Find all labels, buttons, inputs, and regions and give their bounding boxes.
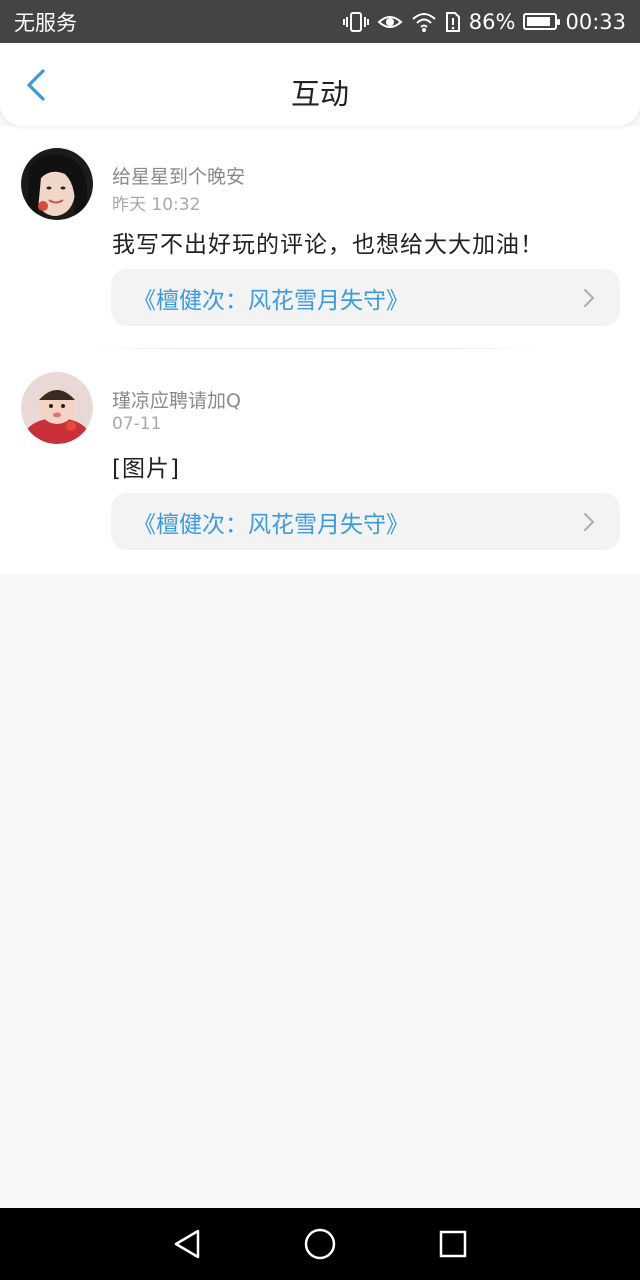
chevron-right-icon xyxy=(583,512,595,531)
recents-square-icon xyxy=(440,1230,467,1258)
interaction-item: 给星星到个晚安 昨天 10:32 我写不出好玩的评论，也想给大大加油！ 《檀健次… xyxy=(0,126,640,350)
book-title: 《檀健次：风花雪月失守》 xyxy=(133,511,409,538)
nav-recents-button[interactable] xyxy=(433,1224,473,1264)
comment-text: [图片] xyxy=(112,456,180,482)
top-app-bar: 互动 xyxy=(0,43,640,126)
sim-icon xyxy=(445,11,461,33)
status-bar: 无服务 86% 00:33 xyxy=(0,0,640,43)
battery-icon xyxy=(523,13,561,30)
timestamp: 07-11 xyxy=(112,414,162,434)
battery-percent: 86% xyxy=(468,9,516,34)
username[interactable]: 瑾凉应聘请加Q xyxy=(112,386,241,413)
back-triangle-icon xyxy=(174,1229,199,1259)
interaction-list: 给星星到个晚安 昨天 10:32 我写不出好玩的评论，也想给大大加油！ 《檀健次… xyxy=(0,126,640,574)
nav-back-button[interactable] xyxy=(167,1224,207,1264)
book-title: 《檀健次：风花雪月失守》 xyxy=(133,287,409,314)
avatar[interactable] xyxy=(21,148,93,220)
divider xyxy=(86,348,546,349)
timestamp: 昨天 10:32 xyxy=(112,195,201,215)
username[interactable]: 给星星到个晚安 xyxy=(112,162,245,189)
clock: 00:33 xyxy=(565,9,626,34)
book-link[interactable]: 《檀健次：风花雪月失守》 xyxy=(111,493,620,550)
chevron-right-icon xyxy=(583,288,595,307)
status-icons: 86% 00:33 xyxy=(342,9,626,34)
wifi-icon xyxy=(411,11,437,33)
interaction-item: 瑾凉应聘请加Q 07-11 [图片] 《檀健次：风花雪月失守》 xyxy=(0,350,640,574)
carrier-label: 无服务 xyxy=(14,10,77,35)
page-title: 互动 xyxy=(290,77,349,111)
system-nav-bar xyxy=(0,1208,640,1280)
eye-icon xyxy=(377,12,403,32)
nav-home-button[interactable] xyxy=(300,1224,340,1264)
book-link[interactable]: 《檀健次：风花雪月失守》 xyxy=(111,269,620,326)
vibrate-icon xyxy=(342,11,369,33)
home-circle-icon xyxy=(304,1228,336,1260)
comment-text: 我写不出好玩的评论，也想给大大加油！ xyxy=(112,232,544,258)
avatar[interactable] xyxy=(21,372,93,444)
